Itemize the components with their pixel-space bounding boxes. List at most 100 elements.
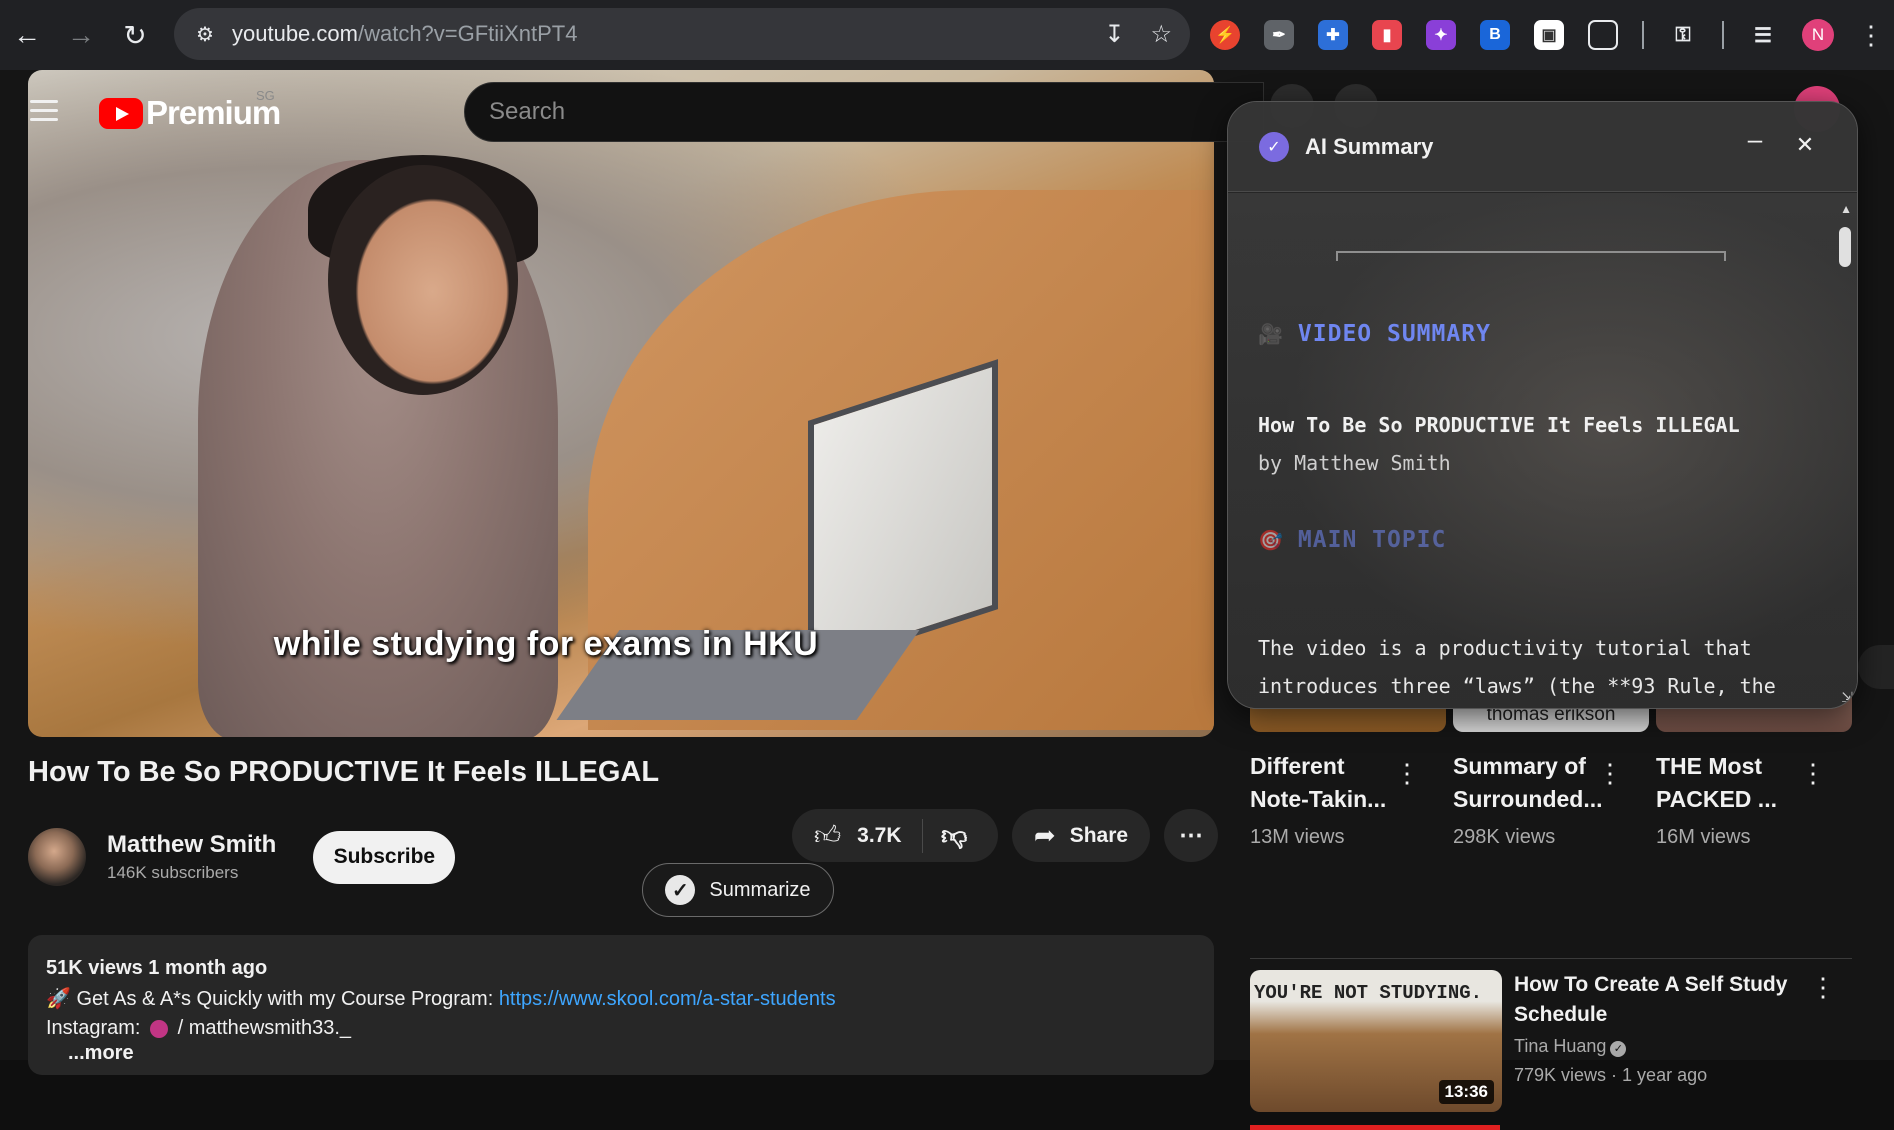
short-menu-icon[interactable]: ⋮	[1597, 758, 1623, 789]
install-app-icon[interactable]: ↧	[1104, 20, 1124, 49]
course-text: 🚀 Get As & A*s Quickly with my Course Pr…	[46, 988, 499, 1010]
minimize-icon[interactable]: –	[1745, 126, 1765, 152]
country-code: SG	[256, 88, 275, 103]
site-settings-icon[interactable]: ⚙	[188, 17, 222, 51]
channel-name[interactable]: Matthew Smith	[107, 831, 276, 859]
video-frame-head	[328, 165, 518, 395]
recommended-title[interactable]: How To Create A Self Study Schedule	[1514, 970, 1824, 1030]
youtube-premium-logo[interactable]: Premium SG	[99, 88, 281, 132]
reload-icon[interactable]: ↻	[108, 8, 162, 62]
resize-handle-icon[interactable]: ⇲	[1841, 689, 1853, 706]
short-item[interactable]: THE Most PACKED ... 16M views ⋮	[1656, 750, 1836, 849]
recommended-channel: Tina Huang ✓	[1514, 1036, 1824, 1057]
share-arrow-icon: ➦	[1033, 820, 1056, 850]
share-button[interactable]: ➦ Share	[1012, 809, 1150, 862]
url-text[interactable]: youtube.com/watch?v=GFtiiXntPT4	[232, 21, 577, 47]
section-heading-video-summary: 🎥 VIDEO SUMMARY	[1258, 321, 1491, 347]
browser-menu-icon[interactable]: ⋮	[1858, 20, 1884, 51]
more-actions-button[interactable]: ⋯	[1164, 809, 1218, 862]
recommended-channel-name[interactable]: Tina Huang	[1514, 1036, 1606, 1056]
video-caption: while studying for exams in HKU	[273, 625, 819, 663]
forward-arrow-icon[interactable]: →	[54, 8, 108, 62]
subscribe-button[interactable]: Subscribe	[313, 830, 456, 884]
short-views: 13M views	[1250, 826, 1345, 848]
subscriber-count: 146K subscribers	[107, 863, 239, 882]
short-menu-icon[interactable]: ⋮	[1394, 758, 1420, 789]
address-bar[interactable]: ⚙ youtube.com/watch?v=GFtiiXntPT4 ↧ ☆	[174, 8, 1190, 60]
url-path: /watch?v=GFtiiXntPT4	[357, 21, 578, 46]
summary-paragraph: The video is a productivity tutorial tha…	[1258, 636, 1776, 698]
dislike-button[interactable]: 👎︎	[923, 820, 967, 851]
like-button[interactable]: 👍︎ 3.7K	[792, 820, 922, 851]
ai-check-badge-icon: ✓	[1259, 131, 1289, 162]
more-dots-icon: ⋯	[1179, 822, 1203, 849]
password-key-icon[interactable]: ⚿	[1668, 20, 1698, 50]
menu-hamburger-icon[interactable]	[30, 100, 58, 122]
close-icon[interactable]: ✕	[1795, 132, 1815, 157]
extensions-puzzle-icon[interactable]	[1588, 20, 1618, 50]
extension-bolt-icon[interactable]: ⚡	[1210, 20, 1240, 50]
summarize-button[interactable]: ✓ Summarize	[642, 863, 834, 917]
ai-summary-body[interactable]: 🎥 VIDEO SUMMARY How To Be So PRODUCTIVE …	[1228, 193, 1857, 708]
share-label: Share	[1069, 823, 1129, 847]
instagram-label: Instagram:	[46, 1017, 147, 1039]
back-arrow-icon[interactable]: ←	[0, 8, 54, 62]
film-camera-icon: 🎥	[1258, 322, 1284, 346]
video-duration: 13:36	[1438, 1080, 1494, 1104]
thumbs-up-icon: 👍︎	[814, 820, 842, 850]
video-title: How To Be So PRODUCTIVE It Feels ILLEGAL	[28, 756, 660, 788]
bookmark-star-icon[interactable]: ☆	[1150, 20, 1172, 49]
short-views: 298K views	[1453, 826, 1556, 848]
recommended-thumbnail[interactable]: YOU'RE NOT STUDYING. 13:36	[1250, 970, 1502, 1112]
extension-tag-icon[interactable]: ▮	[1372, 20, 1402, 50]
extension-wand-icon[interactable]: ✦	[1426, 20, 1456, 50]
recommended-menu-icon[interactable]: ⋮	[1810, 972, 1836, 1003]
short-title: THE Most PACKED ...	[1656, 753, 1777, 812]
target-icon: 🎯	[1258, 528, 1284, 552]
media-queue-icon[interactable]: ☰	[1748, 20, 1778, 50]
verified-check-icon: ✓	[1610, 1041, 1627, 1057]
instagram-handle[interactable]: / matthewsmith33._	[172, 1017, 351, 1039]
recommended-meta: 779K views · 1 year ago	[1514, 1065, 1708, 1085]
extensions-bar: ⚡ ✒ ✚ ▮ ✦ B ▣ ⚿ ☰ N ⋮	[1210, 0, 1884, 70]
url-host: youtube.com	[232, 21, 358, 46]
check-icon: ✓	[665, 875, 696, 905]
sidebar-divider	[1250, 958, 1852, 959]
summary-video-author: by Matthew Smith	[1258, 451, 1451, 475]
scrollbar-thumb[interactable]	[1839, 227, 1851, 267]
video-player[interactable]: while studying for exams in HKU	[28, 70, 1214, 737]
profile-avatar[interactable]: N	[1802, 19, 1834, 51]
description-box[interactable]: 51K views 1 month ago 🚀 Get As & A*s Qui…	[28, 935, 1214, 1075]
short-title: Summary of Surrounded...	[1453, 753, 1603, 812]
extension-feather-icon[interactable]: ✒	[1264, 20, 1294, 50]
extension-plus-icon[interactable]: ✚	[1318, 20, 1348, 50]
view-stats: 51K views 1 month ago	[46, 957, 268, 979]
short-menu-icon[interactable]: ⋮	[1800, 758, 1826, 789]
side-scroll-button[interactable]	[1858, 645, 1894, 689]
course-link[interactable]: https://www.skool.com/a-star-students	[499, 988, 836, 1010]
description-line-course: 🚀 Get As & A*s Quickly with my Course Pr…	[46, 986, 1196, 1011]
summary-video-title: How To Be So PRODUCTIVE It Feels ILLEGAL	[1258, 413, 1740, 437]
channel-owner: Matthew Smith 146K subscribers Subscribe	[28, 828, 456, 886]
description-line-instagram: Instagram: / matthewsmith33._	[46, 1017, 1196, 1040]
ai-summary-panel: ✓ AI Summary – ✕ 🎥 VIDEO SUMMARY How To …	[1227, 101, 1858, 709]
extension-card-icon[interactable]: ▣	[1534, 20, 1564, 50]
toolbar-separator	[1642, 21, 1644, 49]
short-item[interactable]: Different Note-Takin... 13M views ⋮	[1250, 750, 1430, 849]
summary-divider	[1336, 251, 1726, 261]
channel-avatar[interactable]	[28, 828, 86, 886]
like-dislike-group: 👍︎ 3.7K 👎︎	[792, 809, 998, 862]
ai-summary-header[interactable]: ✓ AI Summary – ✕	[1228, 102, 1857, 192]
scroll-up-arrow-icon[interactable]: ▲	[1840, 202, 1852, 216]
ai-summary-title: AI Summary	[1305, 133, 1434, 159]
show-more-link[interactable]: ...more	[68, 1042, 1196, 1065]
thumbs-down-icon: 👎︎	[941, 820, 968, 850]
section-main-topic-label: MAIN TOPIC	[1297, 527, 1447, 553]
short-views: 16M views	[1656, 826, 1751, 848]
next-thumbnail-edge	[1250, 1125, 1500, 1130]
extension-b-icon[interactable]: B	[1480, 20, 1510, 50]
short-item[interactable]: Summary of Surrounded... 298K views ⋮	[1453, 750, 1633, 849]
video-actions: 👍︎ 3.7K 👎︎ ➦ Share ⋯	[792, 809, 1218, 862]
search-input[interactable]: Search	[464, 82, 1264, 142]
thumbnail-banner: YOU'RE NOT STUDYING.	[1254, 982, 1483, 1004]
